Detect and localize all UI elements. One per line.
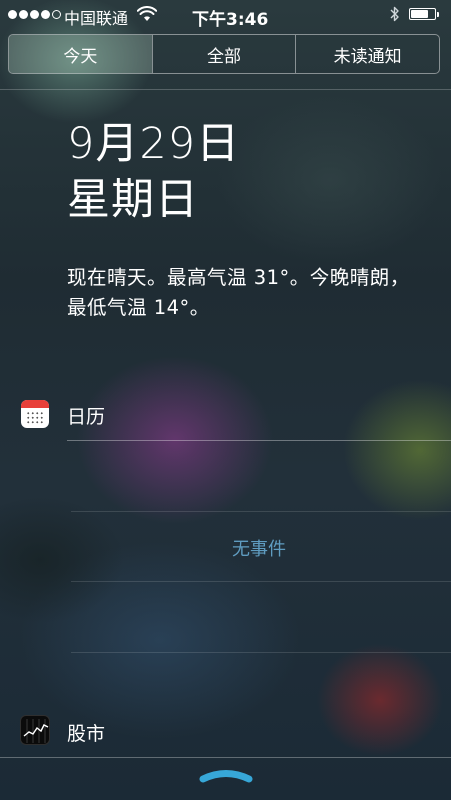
calendar-divider	[67, 440, 451, 441]
header-divider	[0, 89, 451, 90]
status-bar: 中国联通 下午3:46	[0, 0, 451, 30]
today-weekday: 星期日	[67, 175, 199, 225]
battery-level	[411, 10, 428, 18]
battery-icon	[409, 8, 439, 20]
close-handle-icon[interactable]	[199, 765, 253, 785]
tab-missed[interactable]: 未读通知	[295, 35, 439, 73]
stocks-chart-glyph	[23, 719, 49, 743]
stocks-icon[interactable]	[20, 715, 50, 745]
notification-center: 中国联通 下午3:46 今天 全部 未读通知 9月29日 星期日 现在晴天。最高…	[0, 0, 451, 800]
notification-tabs: 今天 全部 未读通知	[8, 34, 440, 74]
calendar-hour-line	[71, 511, 451, 512]
signal-strength-icon	[8, 10, 61, 19]
calendar-title[interactable]: 日历	[67, 402, 105, 429]
bluetooth-icon	[390, 6, 399, 22]
calendar-icon[interactable]	[21, 400, 49, 428]
no-events-label: 无事件	[232, 539, 286, 560]
calendar-hour-line	[71, 581, 451, 582]
today-date: 9月29日	[67, 119, 241, 169]
calendar-hour-line	[71, 652, 451, 653]
wifi-icon	[137, 6, 157, 21]
carrier-name: 中国联通	[64, 9, 129, 28]
tab-today[interactable]: 今天	[9, 35, 152, 73]
stocks-title[interactable]: 股市	[67, 719, 105, 746]
bottom-divider	[0, 757, 451, 758]
tab-all[interactable]: 全部	[151, 35, 296, 73]
status-time: 下午3:46	[192, 10, 269, 30]
weather-summary: 现在晴天。最高气温 31°。今晚晴朗，最低气温 14°。	[67, 266, 410, 319]
